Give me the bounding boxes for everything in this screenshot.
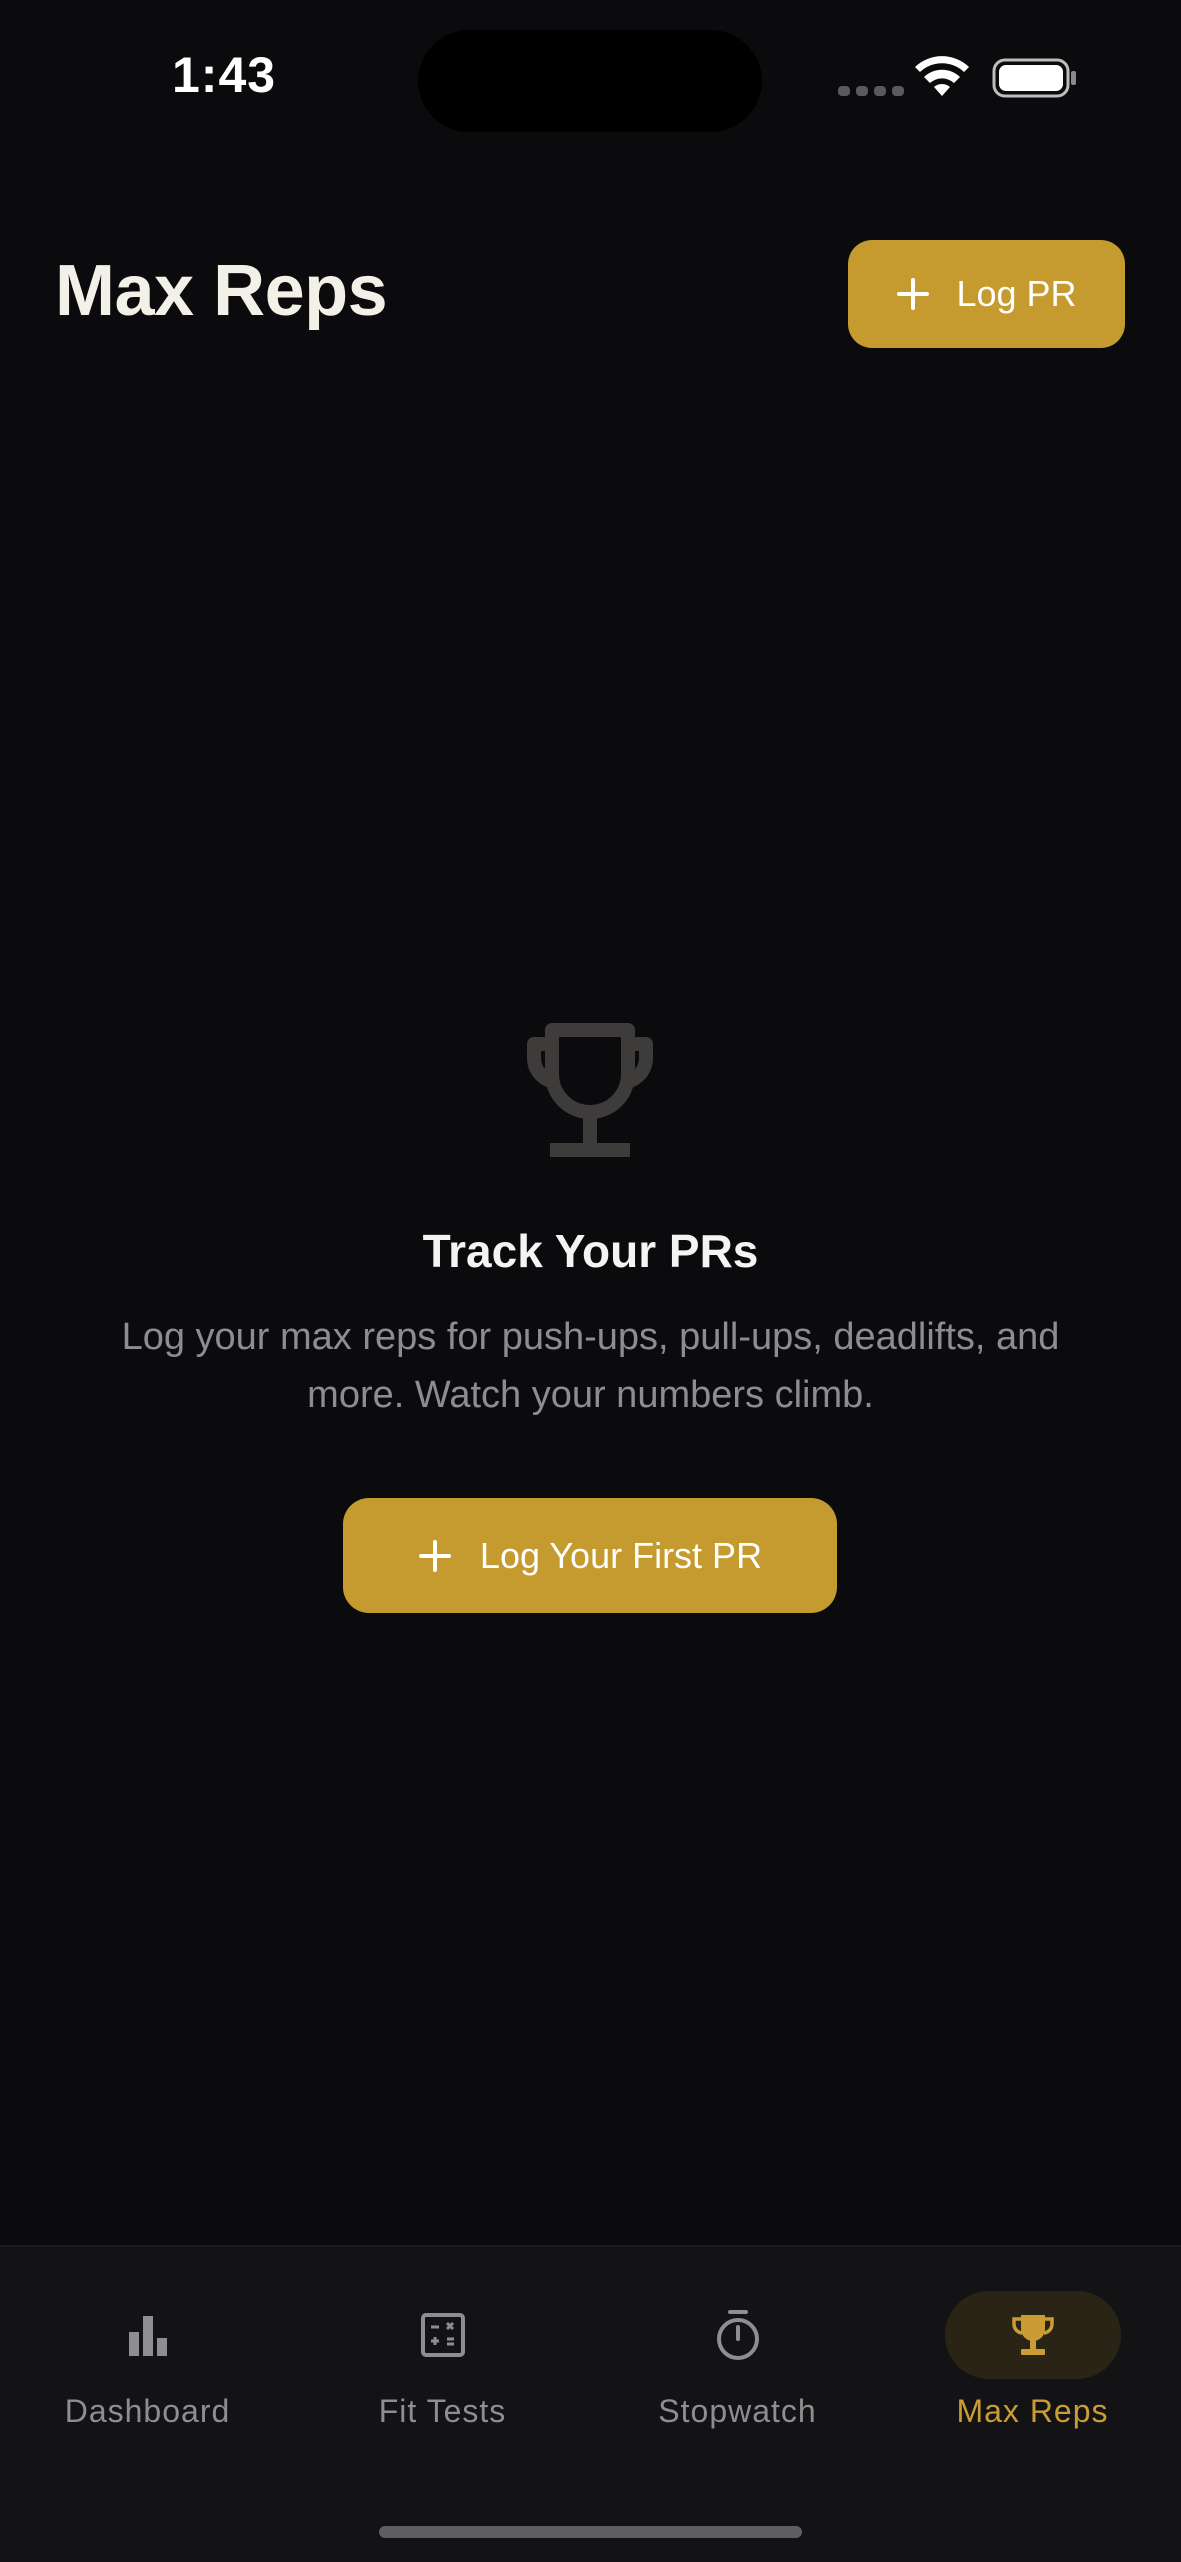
tab-stopwatch[interactable]: Stopwatch [590,2247,885,2447]
tab-dashboard-label: Dashboard [64,2393,231,2429]
log-pr-label: Log PR [956,273,1077,314]
stopwatch-icon [716,2310,759,2360]
log-first-pr-button[interactable]: Log Your First PR [343,1498,837,1613]
page-title: Max Reps [55,251,388,331]
log-pr-button[interactable]: Log PR [848,240,1125,348]
home-indicator[interactable] [379,2526,802,2538]
tab-max-reps-label: Max Reps [956,2393,1109,2429]
tab-fit-tests[interactable]: Fit Tests [295,2247,590,2447]
plus-icon [897,278,930,310]
tab-dashboard[interactable]: Dashboard [0,2247,295,2447]
tab-max-reps[interactable]: Max Reps [885,2247,1180,2447]
trophy-icon [1011,2315,1054,2355]
cellular-signal-icon [838,86,904,96]
bar-chart-icon [128,2316,167,2356]
log-first-pr-label: Log Your First PR [479,1534,763,1576]
empty-state-description: Log your max reps for push-ups, pull-ups… [121,1316,1060,1416]
tab-fit-tests-label: Fit Tests [378,2393,507,2429]
status-time: 1:43 [172,47,277,103]
status-bar: 1:43 [0,0,1181,160]
calculator-icon [420,2313,465,2357]
bottom-tab-bar: Dashboard Fit Tests Stopwatch Max Reps [0,2245,1181,2562]
empty-state-title: Track Your PRs [422,1225,759,1277]
wifi-icon [915,56,969,96]
tab-stopwatch-label: Stopwatch [658,2393,817,2429]
plus-icon [418,1539,451,1572]
battery-icon [992,58,1076,98]
trophy-icon [526,1023,654,1157]
dynamic-island [418,30,762,132]
